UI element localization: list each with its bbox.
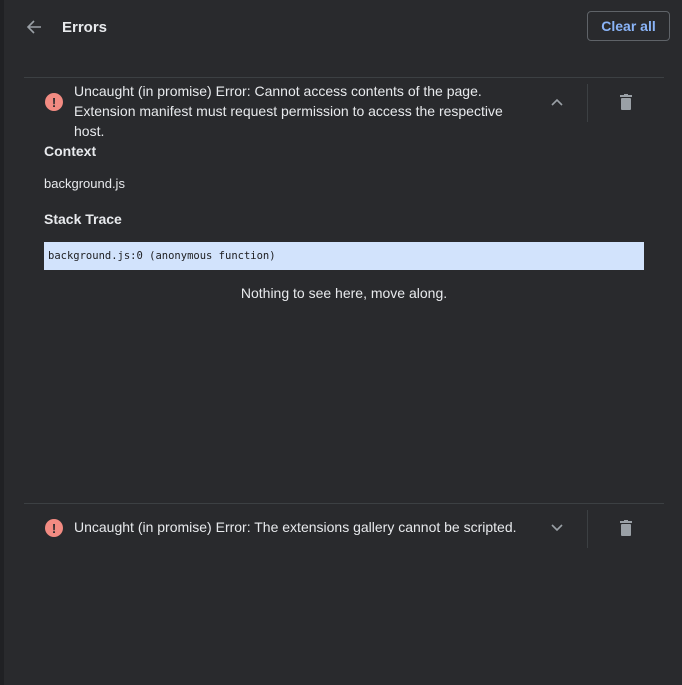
error-message: Uncaught (in promise) Error: Cannot acce… bbox=[74, 83, 503, 139]
arrow-back-icon bbox=[26, 20, 41, 34]
divider bbox=[24, 77, 664, 78]
error-icon: ! bbox=[45, 93, 63, 111]
expand-chevron-down-icon[interactable] bbox=[549, 520, 565, 536]
vertical-separator bbox=[587, 510, 588, 548]
back-button[interactable] bbox=[22, 16, 46, 38]
delete-trash-icon[interactable] bbox=[617, 93, 635, 111]
collapse-chevron-up-icon[interactable] bbox=[549, 94, 565, 110]
empty-code-message: Nothing to see here, move along. bbox=[240, 285, 448, 301]
error-message: Uncaught (in promise) Error: The extensi… bbox=[74, 519, 517, 535]
left-edge-strip bbox=[0, 0, 4, 685]
context-value: background.js bbox=[44, 176, 125, 191]
page-title: Errors bbox=[62, 19, 108, 36]
stack-trace-heading: Stack Trace bbox=[44, 211, 122, 227]
divider bbox=[24, 503, 664, 504]
clear-all-button[interactable]: Clear all bbox=[587, 11, 670, 41]
context-heading: Context bbox=[44, 143, 97, 159]
error-icon: ! bbox=[45, 519, 63, 537]
stack-frame-row[interactable]: background.js:0 (anonymous function) bbox=[44, 242, 644, 270]
vertical-separator bbox=[587, 84, 588, 122]
page-header: Errors Clear all bbox=[0, 0, 682, 56]
delete-trash-icon[interactable] bbox=[617, 519, 635, 537]
